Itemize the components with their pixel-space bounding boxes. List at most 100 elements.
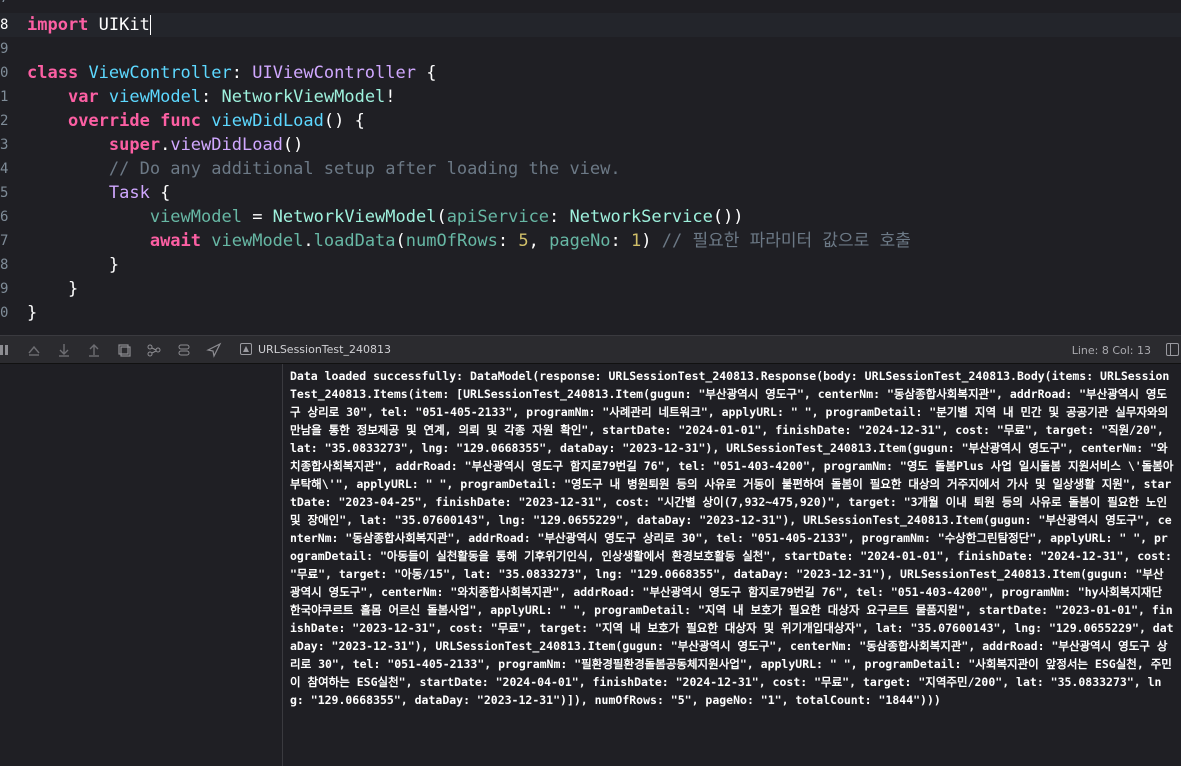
code-line[interactable]: 7 await viewModel.loadData(numOfRows: 5,… [0, 229, 1181, 253]
code-token: viewDidLoad [170, 135, 283, 155]
console-pane[interactable]: Data loaded successfully: DataModel(resp… [283, 364, 1181, 766]
code-token: . [160, 135, 171, 155]
line-number: 5 [0, 185, 9, 201]
memory-graph-icon[interactable] [146, 342, 162, 358]
line-number: 1 [0, 89, 9, 105]
environment-overrides-icon[interactable] [176, 342, 192, 358]
code-token: Task [108, 183, 150, 203]
code-token: () [282, 135, 304, 155]
code-token: UIViewController [252, 63, 416, 83]
code-token: { [415, 63, 437, 83]
code-line[interactable]: 0 class ViewController: UIViewController … [0, 61, 1181, 85]
step-out-icon[interactable] [86, 342, 102, 358]
code-token: 5 [518, 231, 529, 251]
line-number: 9 [0, 281, 9, 297]
line-number: 8 [0, 17, 9, 33]
continue-icon[interactable] [26, 342, 42, 358]
code-text: viewModel = NetworkViewModel(apiService:… [27, 205, 744, 229]
code-token: import [27, 15, 89, 35]
code-token: () { [323, 111, 365, 131]
code-token: viewModel [211, 231, 304, 251]
code-token: ( [436, 207, 447, 227]
code-token: override [67, 111, 150, 131]
code-token: var [67, 87, 99, 107]
debug-bar: URLSessionTest_240813 Line: 8 Col: 13 [0, 335, 1181, 364]
code-token: = [241, 207, 273, 227]
code-line[interactable]: 0} [0, 301, 1181, 325]
code-text: var viewModel: NetworkViewModel! [27, 85, 396, 109]
code-line[interactable]: 4 // Do any additional setup after loadi… [0, 157, 1181, 181]
line-number: 3 [0, 137, 9, 153]
code-token: : [610, 231, 632, 251]
code-token: await [149, 231, 202, 251]
code-token: } [27, 255, 120, 275]
code-line[interactable]: 5 Task { [0, 181, 1181, 205]
line-number: 8 [0, 257, 9, 273]
code-line[interactable]: 7 [0, 0, 1181, 10]
code-text: Task { [27, 181, 170, 205]
code-token: ! [385, 87, 396, 107]
hide-debug-area-icon[interactable] [0, 342, 14, 358]
code-line[interactable]: 8 } [0, 253, 1181, 277]
code-editor[interactable]: 7 8 import UIKit 9 0 class ViewController: UI… [0, 0, 1181, 335]
text-cursor [149, 15, 151, 35]
code-text: class ViewController: UIViewController { [27, 61, 436, 85]
code-token: class [27, 63, 79, 83]
code-token: viewModel [108, 87, 202, 107]
variables-view[interactable] [0, 364, 283, 766]
code-token: loadData [313, 231, 396, 251]
panel-toggle-icon[interactable] [1166, 343, 1179, 356]
code-text: } [27, 301, 37, 325]
code-text: await viewModel.loadData(numOfRows: 5, p… [27, 229, 911, 253]
code-token: // Do any additional setup after loading… [27, 159, 621, 179]
app-target-icon [240, 343, 252, 355]
code-token: : [549, 207, 570, 227]
code-text: // Do any additional setup after loading… [27, 157, 621, 181]
code-token: 1 [631, 231, 642, 251]
code-token: : [201, 87, 222, 107]
code-token: { [149, 183, 171, 203]
code-token: super [108, 135, 161, 155]
code-token: apiService [446, 207, 550, 227]
line-number: 0 [0, 65, 9, 81]
code-line[interactable]: 2 override func viewDidLoad() { [0, 109, 1181, 133]
code-token: // 필요한 파라미터 값으로 호출 [661, 231, 911, 251]
line-number: 9 [0, 41, 9, 57]
code-line[interactable]: 9 } [0, 277, 1181, 301]
code-token: } [27, 303, 38, 323]
line-number: 0 [0, 305, 9, 321]
code-text: super.viewDidLoad() [27, 133, 304, 157]
code-line[interactable]: 9 [0, 37, 1181, 61]
code-token: viewModel [149, 207, 242, 227]
code-line[interactable]: 8 import UIKit [0, 13, 1181, 37]
code-token: NetworkViewModel [221, 87, 386, 107]
code-token: ( [395, 231, 406, 251]
code-token: , [528, 231, 550, 251]
code-text: import UIKit [27, 13, 151, 37]
code-token: ) [641, 231, 662, 251]
code-token: ()) [712, 207, 744, 227]
code-text: } [27, 277, 78, 301]
console-output: Data loaded successfully: DataModel(resp… [290, 369, 1181, 707]
line-number: 7 [0, 233, 9, 249]
step-into-icon[interactable] [56, 342, 72, 358]
line-number: 7 [0, 0, 14, 10]
code-token: NetworkService [569, 207, 713, 227]
view-hierarchy-icon[interactable] [116, 342, 132, 358]
code-line[interactable]: 3 super.viewDidLoad() [0, 133, 1181, 157]
code-token: func [160, 111, 202, 131]
code-token: pageNo [549, 231, 611, 251]
simulate-location-icon[interactable] [206, 342, 222, 358]
code-line[interactable]: 1 var viewModel: NetworkViewModel! [0, 85, 1181, 109]
target-label[interactable]: URLSessionTest_240813 [258, 343, 391, 356]
code-token: : [231, 63, 253, 83]
code-line[interactable]: 6 viewModel = NetworkViewModel(apiServic… [0, 205, 1181, 229]
